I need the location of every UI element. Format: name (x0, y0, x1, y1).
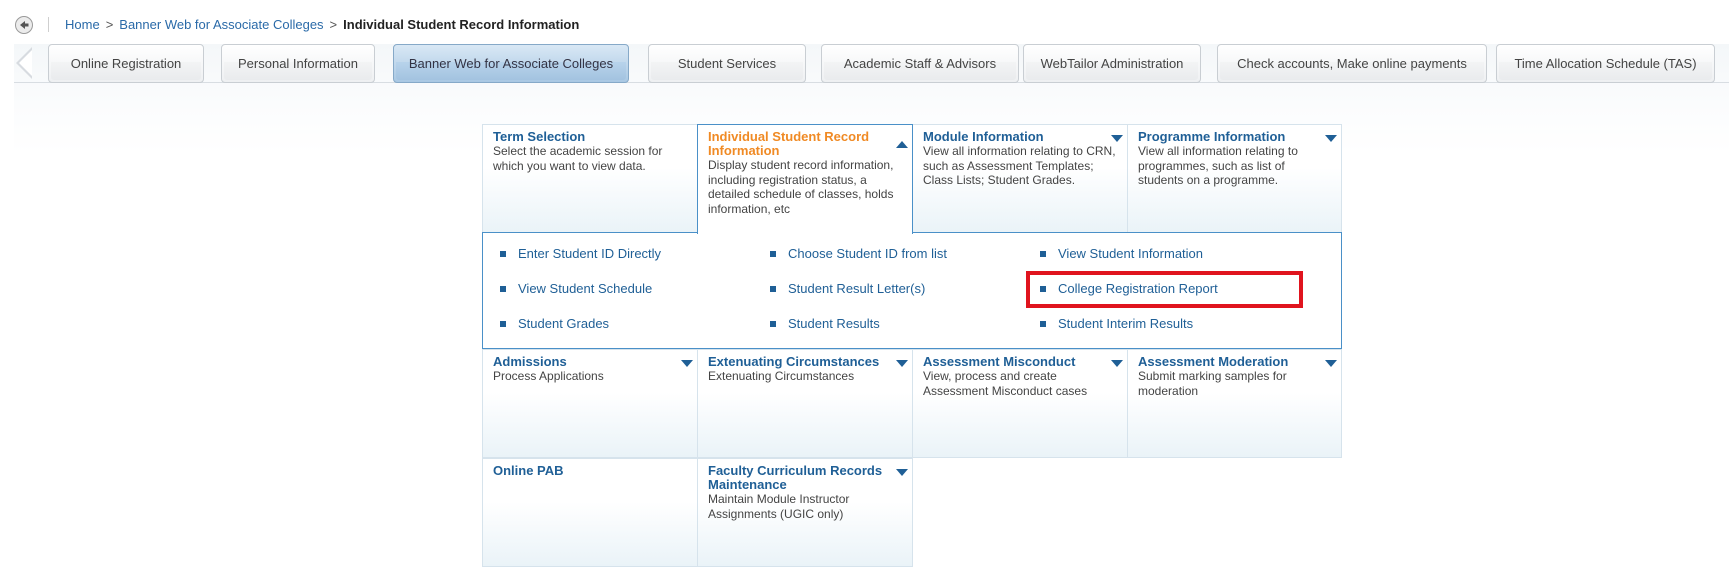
tile-description: View all information relating to CRN, su… (923, 144, 1116, 187)
link-label: Enter Student ID Directly (518, 246, 662, 261)
tile-description: View all information relating to program… (1138, 144, 1298, 187)
student-interim-results-link[interactable]: Student Interim Results (1040, 316, 1193, 331)
tab-label: Check accounts, Make online payments (1237, 56, 1467, 71)
student-result-letters-link[interactable]: Student Result Letter(s) (770, 281, 925, 296)
student-grades-link[interactable]: Student Grades (500, 316, 609, 331)
scroll-left-arrow-icon[interactable] (16, 47, 32, 79)
choose-student-id-link[interactable]: Choose Student ID from list (770, 246, 947, 261)
highlight-box (1026, 271, 1303, 308)
bullet-icon (1040, 320, 1046, 327)
bullet-icon (770, 320, 776, 327)
view-student-information-link[interactable]: View Student Information (1040, 246, 1203, 261)
tile-description: Select the academic session for which yo… (493, 144, 663, 173)
expand-caret-icon[interactable] (1325, 135, 1337, 142)
tile-online-pab[interactable]: Online PAB (482, 458, 698, 567)
expand-caret-icon[interactable] (896, 360, 908, 367)
expand-caret-icon[interactable] (1111, 135, 1123, 142)
tile-faculty-curriculum-records[interactable]: Faculty Curriculum Records Maintenance M… (697, 458, 913, 567)
bullet-icon (770, 250, 776, 257)
tile-extenuating-circumstances[interactable]: Extenuating Circumstances Extenuating Ci… (697, 349, 913, 458)
link-label: View Student Schedule (518, 281, 653, 296)
tile-title: Module Information (923, 129, 1044, 144)
bullet-icon (500, 320, 506, 327)
tile-assessment-moderation[interactable]: Assessment Moderation Submit marking sam… (1127, 349, 1342, 458)
tab-check-accounts-payments[interactable]: Check accounts, Make online payments (1217, 44, 1487, 83)
expand-caret-icon[interactable] (681, 360, 693, 367)
enter-student-id-link[interactable]: Enter Student ID Directly (500, 246, 661, 261)
tab-label: Personal Information (238, 56, 358, 71)
tile-title: Online PAB (493, 463, 564, 478)
tile-programme-information[interactable]: Programme Information View all informati… (1127, 124, 1342, 233)
tile-admissions[interactable]: Admissions Process Applications (482, 349, 698, 458)
tile-description: Process Applications (493, 369, 604, 383)
tab-label: Online Registration (70, 56, 182, 71)
tile-module-information[interactable]: Module Information View all information … (912, 124, 1128, 233)
tile-title: Faculty Curriculum Records Maintenance (708, 463, 883, 492)
tab-label: Academic Staff & Advisors (843, 56, 997, 71)
tile-title: Individual Student Record Information (708, 129, 870, 158)
collapse-caret-icon[interactable] (896, 141, 908, 148)
tile-description: Maintain Module Instructor Assignments (… (708, 492, 850, 521)
tile-assessment-misconduct[interactable]: Assessment Misconduct View, process and … (912, 349, 1128, 458)
tab-academic-staff-advisors[interactable]: Academic Staff & Advisors (821, 44, 1019, 83)
tab-webtailor-administration[interactable]: WebTailor Administration (1023, 44, 1201, 83)
breadcrumb-separator: > (329, 17, 338, 32)
expand-caret-icon[interactable] (1111, 360, 1123, 367)
tab-label: Time Allocation Schedule (TAS) (1514, 56, 1697, 71)
breadcrumb: Home > Banner Web for Associate Colleges > I… (65, 17, 579, 32)
expand-caret-icon[interactable] (896, 469, 908, 476)
bullet-icon (1040, 250, 1046, 257)
tile-title: Assessment Misconduct (923, 354, 1076, 369)
tile-title: Extenuating Circumstances (708, 354, 880, 369)
bullet-icon (500, 285, 506, 292)
breadcrumb-bar: Home > Banner Web for Associate Colleges > I… (0, 0, 1729, 44)
breadcrumb-home-link[interactable]: Home (65, 17, 100, 32)
link-label: View Student Information (1058, 246, 1204, 261)
tile-title: Term Selection (493, 129, 586, 144)
tile-description: Submit marking samples for moderation (1138, 369, 1287, 398)
tab-online-registration[interactable]: Online Registration (48, 44, 204, 83)
tab-label: Student Services (677, 56, 777, 71)
tile-description: View, process and create Assessment Misc… (923, 369, 1088, 398)
student-results-link[interactable]: Student Results (770, 316, 880, 331)
tile-term-selection[interactable]: Term Selection Select the academic sessi… (482, 124, 698, 233)
bullet-icon (770, 285, 776, 292)
tab-personal-information[interactable]: Personal Information (221, 44, 375, 83)
expand-caret-icon[interactable] (1325, 360, 1337, 367)
tile-title: Admissions (493, 354, 567, 369)
view-student-schedule-link[interactable]: View Student Schedule (500, 281, 652, 296)
tile-description: Display student record information, incl… (708, 158, 894, 216)
link-label: Student Result Letter(s) (788, 281, 926, 296)
tile-individual-student-record[interactable]: Individual Student Record Information Di… (697, 124, 913, 234)
bullet-icon (500, 250, 506, 257)
tab-banner-web-associate-colleges[interactable]: Banner Web for Associate Colleges (393, 44, 629, 83)
tile-title: Assessment Moderation (1138, 354, 1289, 369)
tab-time-allocation-schedule[interactable]: Time Allocation Schedule (TAS) (1496, 44, 1715, 83)
tile-title: Programme Information (1138, 129, 1286, 144)
breadcrumb-parent-link[interactable]: Banner Web for Associate Colleges (119, 17, 323, 32)
tile-description: Extenuating Circumstances (708, 369, 855, 383)
back-arrow-icon[interactable] (15, 16, 33, 34)
breadcrumb-current: Individual Student Record Information (343, 17, 580, 32)
divider (48, 17, 49, 32)
link-label: Student Interim Results (1058, 316, 1194, 331)
tab-label: Banner Web for Associate Colleges (408, 56, 614, 71)
link-label: Choose Student ID from list (788, 246, 947, 261)
tab-label: WebTailor Administration (1040, 56, 1184, 71)
link-label: Student Grades (518, 316, 610, 331)
tab-student-services[interactable]: Student Services (648, 44, 806, 83)
breadcrumb-separator: > (105, 17, 114, 32)
link-label: Student Results (788, 316, 880, 331)
